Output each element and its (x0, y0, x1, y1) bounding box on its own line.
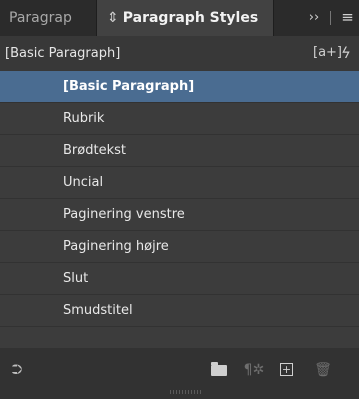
current-style-bar: [Basic Paragraph] [a+] ϟ (0, 36, 359, 72)
panel-tab-bar: Paragrap ⇕ Paragraph Styles ›› ≡ (0, 0, 359, 37)
delete-style-icon[interactable]: 🗑 (313, 360, 333, 380)
style-item[interactable]: Rubrik (0, 103, 359, 135)
style-item[interactable]: Slut (0, 263, 359, 295)
create-style-override-icon[interactable]: [a+] (313, 44, 342, 62)
style-item[interactable]: Paginering venstre (0, 199, 359, 231)
style-item[interactable]: Brødtekst (0, 135, 359, 167)
lightning-icon[interactable]: ϟ (341, 42, 359, 64)
collapse-panel-icon[interactable]: ›› (303, 0, 325, 36)
panel-menu-icon[interactable]: ≡ (336, 0, 359, 36)
tab-paragraph[interactable]: Paragrap (0, 0, 96, 36)
updown-arrows-icon: ⇕ (107, 10, 119, 26)
new-style-icon[interactable]: + (280, 363, 293, 376)
style-item[interactable]: Smudstitel (0, 295, 359, 327)
tab-divider (330, 11, 331, 25)
resize-grip[interactable] (170, 390, 202, 394)
current-style-name: [Basic Paragraph] (5, 46, 121, 61)
style-item[interactable]: [Basic Paragraph] (0, 71, 359, 103)
style-item[interactable]: Paginering højre (0, 231, 359, 263)
tab-paragraph-styles[interactable]: ⇕ Paragraph Styles (96, 0, 274, 36)
load-styles-icon[interactable]: ⮊ (5, 360, 29, 380)
style-item[interactable]: Uncial (0, 167, 359, 199)
paragraph-styles-list: [Basic Paragraph] Rubrik Brødtekst Uncia… (0, 71, 359, 348)
tab-paragraph-styles-label: Paragraph Styles (122, 10, 259, 26)
new-style-group-icon[interactable] (211, 362, 227, 376)
clear-overrides-icon[interactable]: ¶✲ (240, 360, 268, 380)
panel-footer: ⮊ ¶✲ + 🗑 (0, 348, 359, 399)
